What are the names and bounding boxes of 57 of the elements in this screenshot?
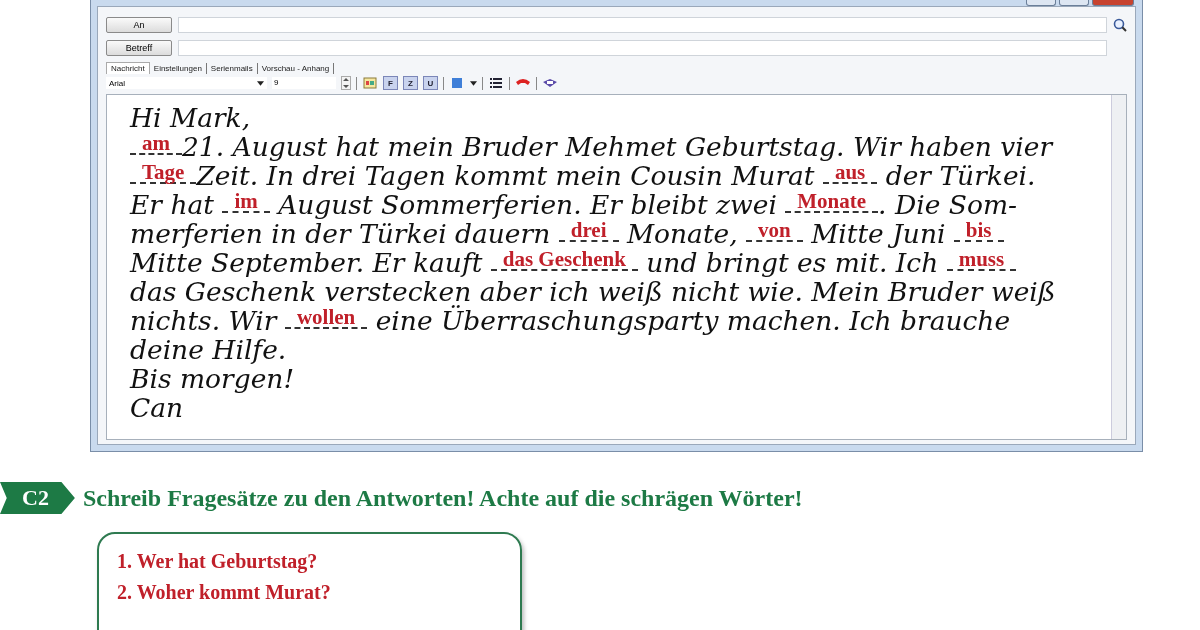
filled-blank: wollen xyxy=(284,307,368,329)
message-text: merferien in der Türkei dauern xyxy=(130,218,551,249)
caret-icon[interactable] xyxy=(257,80,264,86)
message-text: und bringt es mit. Ich xyxy=(645,247,939,278)
message-text: Can xyxy=(130,392,184,423)
spinner-icon[interactable] xyxy=(341,76,351,90)
message-text: . Die Som- xyxy=(878,189,1017,220)
message-text: Mitte September. Er kauft xyxy=(130,247,484,278)
message-text: eine Überraschungsparty machen. Ich brauche xyxy=(374,305,1011,336)
filled-blank: im xyxy=(222,191,270,213)
subject-field[interactable] xyxy=(178,39,1107,56)
list-icon[interactable] xyxy=(488,76,504,90)
font-select[interactable]: Arial xyxy=(106,77,267,89)
filled-blank: muss xyxy=(946,249,1017,271)
message-text: Bis morgen! xyxy=(130,363,295,394)
exercise-badge: C2 xyxy=(0,482,75,514)
message-text: nichts. Wir xyxy=(130,305,279,336)
caret-icon[interactable] xyxy=(470,80,477,86)
filled-blank: das Geschenk xyxy=(490,249,638,271)
filled-blank: aus xyxy=(822,162,878,184)
message-editor[interactable] xyxy=(106,94,1127,440)
exercise-instruction: Schreib Fragesätze zu den Antworten! Achte auf die schrägen Wörter! xyxy=(82,484,803,512)
card-icon[interactable] xyxy=(542,76,558,90)
filled-blank: Tage xyxy=(130,162,197,184)
filled-blank: am xyxy=(130,133,182,155)
filled-blank: bis xyxy=(953,220,1004,242)
tab[interactable]: Serienmails xyxy=(206,63,258,74)
filled-blank: von xyxy=(746,220,803,242)
message-text: Zeit. In drei Tagen kommt mein Cousin Murat xyxy=(196,160,815,191)
search-icon[interactable] xyxy=(1113,17,1127,32)
to-field[interactable] xyxy=(178,16,1107,33)
tab[interactable]: Nachricht xyxy=(106,62,150,74)
image-icon[interactable] xyxy=(362,76,378,90)
message-text: August Sommerferien. Er bleibt zwei xyxy=(275,189,778,220)
color-icon[interactable] xyxy=(449,76,465,90)
format-button[interactable]: Z xyxy=(403,76,418,90)
message-text: Er hat xyxy=(130,189,215,220)
size-field[interactable]: 9 xyxy=(272,77,336,89)
message-text: deine Hilfe. xyxy=(130,334,287,365)
message-text: Mitte Juni xyxy=(810,218,947,249)
filled-blank: drei xyxy=(558,220,619,242)
message-text: Monate, xyxy=(625,218,739,249)
tab[interactable]: Einstellungen xyxy=(149,63,207,74)
message-text: Hi Mark, xyxy=(130,102,251,133)
minimize-button[interactable] xyxy=(1026,0,1056,6)
to-button[interactable]: An xyxy=(106,16,172,33)
maximize-button[interactable] xyxy=(1059,0,1089,6)
subject-button[interactable]: Betreff xyxy=(106,39,172,56)
format-button[interactable]: F xyxy=(383,76,398,90)
scrollbar[interactable] xyxy=(1111,95,1126,439)
tab[interactable]: Vorschau - Anhang xyxy=(257,63,335,74)
filled-blank: Monate xyxy=(785,191,879,213)
message-text: 21. August hat mein Bruder Mehmet Geburtstag. Wir haben vier xyxy=(182,131,1053,162)
message-text: der Türkei. xyxy=(884,160,1036,191)
answer-question: 1. Wer hat Geburtstag? xyxy=(117,549,319,575)
format-button[interactable]: U xyxy=(423,76,438,90)
answer-question: 2. Woher kommt Murat? xyxy=(117,580,332,605)
